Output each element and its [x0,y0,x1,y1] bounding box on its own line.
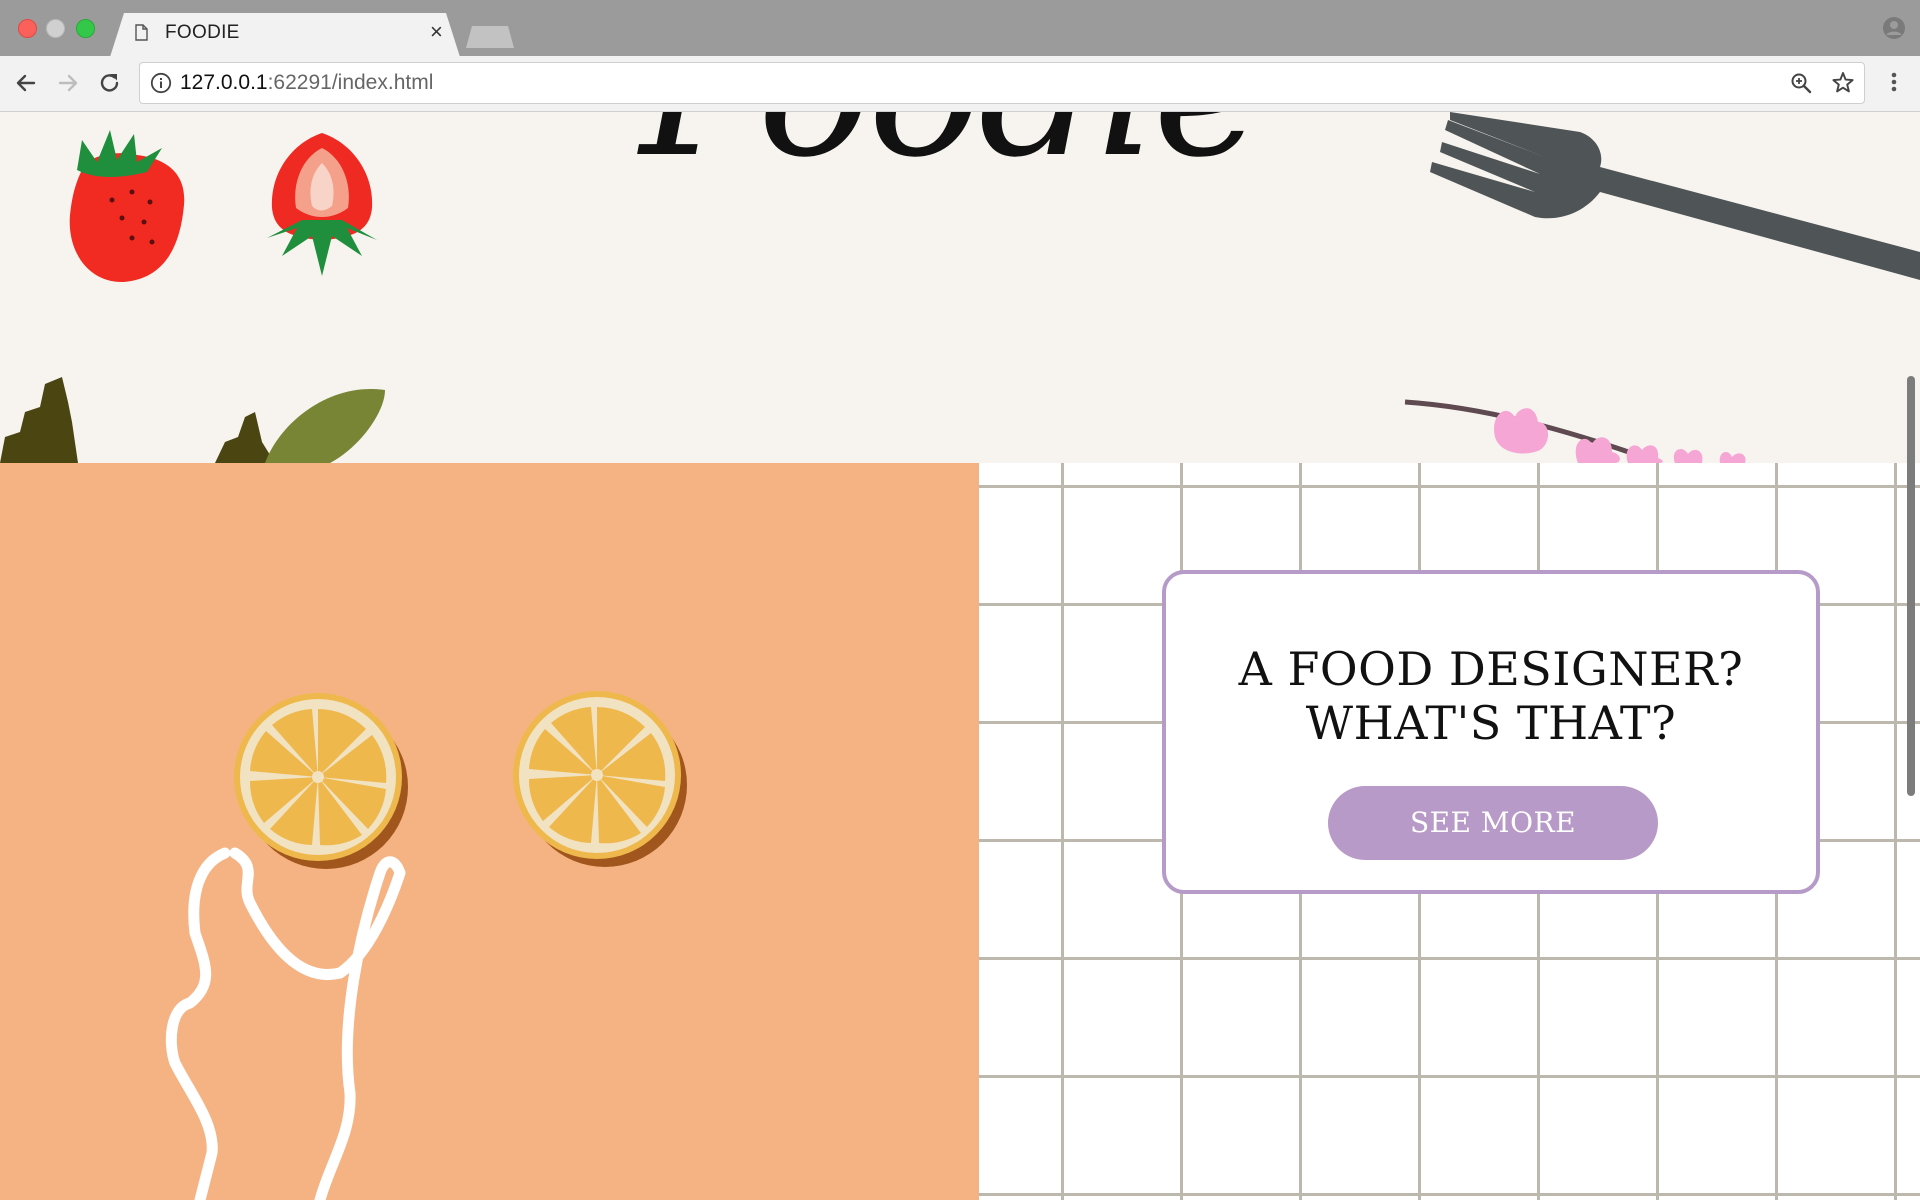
see-more-button[interactable]: SEE MORE [1328,786,1658,860]
tab-title: FOODIE [165,22,240,43]
browser-titlebar: FOODIE × [0,0,1920,57]
fork-illustration [1430,112,1920,280]
url-path: :62291/index.html [267,71,434,94]
strawberry-half-illustration [267,133,377,276]
lemon-slice-left [234,693,408,869]
promo-card: A FOOD DESIGNER? WHAT'S THAT? SEE MORE [1162,570,1820,894]
document-icon [135,24,148,41]
promo-title-line-1: A FOOD DESIGNER? [1238,642,1744,696]
info-icon[interactable] [150,72,172,94]
address-bar[interactable]: 127.0.0.1:62291/index.html [139,62,1865,104]
illustration-panel [0,463,979,1200]
promo-title-line-2: WHAT'S THAT? [1305,696,1677,750]
tab-close-icon[interactable]: × [430,20,443,44]
window-minimize-button[interactable] [46,19,65,38]
page-scrollbar-thumb[interactable] [1907,376,1915,796]
more-vert-icon[interactable] [1884,68,1904,96]
hero-title: Foodie [640,112,1265,184]
back-arrow-icon[interactable] [12,69,40,97]
promo-card-title: A FOOD DESIGNER? WHAT'S THAT? [1166,642,1816,750]
forward-arrow-icon[interactable] [54,69,82,97]
leaves-illustration [0,377,385,463]
strawberry-illustration [69,130,185,282]
zoom-icon[interactable] [1789,71,1813,95]
window-maximize-button[interactable] [76,19,95,38]
url-text[interactable]: 127.0.0.1:62291/index.html [180,71,433,95]
profile-icon[interactable] [1882,16,1906,40]
lemon-slice-right [513,691,687,867]
hero-banner: Foodie [0,112,1920,463]
pink-flowers-illustration [1404,399,1746,463]
reload-icon[interactable] [96,69,124,97]
window-close-button[interactable] [18,19,37,38]
lemon-hand-illustration [165,691,687,1200]
url-host: 127.0.0.1 [180,71,268,94]
star-icon[interactable] [1830,70,1856,96]
browser-tab[interactable] [110,13,460,57]
new-tab-icon[interactable] [466,26,514,48]
